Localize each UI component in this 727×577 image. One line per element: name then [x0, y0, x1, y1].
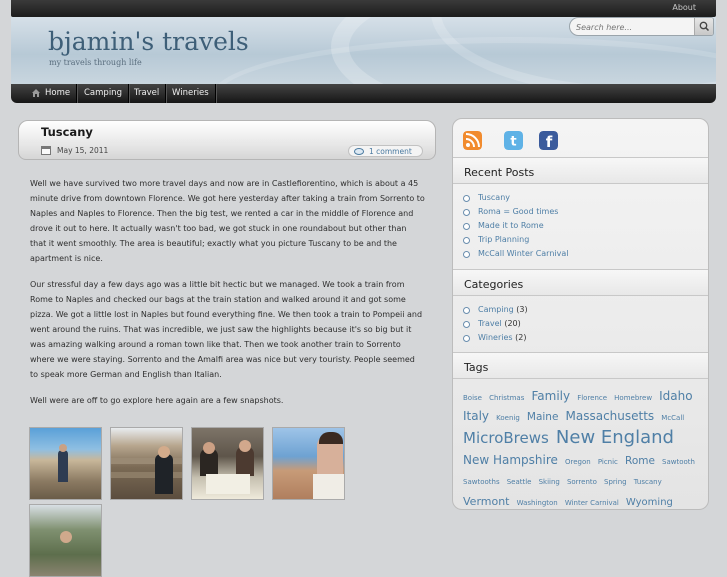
recent-post-link[interactable]: Roma = Good times — [478, 207, 558, 216]
list-item[interactable]: Tuscany — [463, 192, 703, 206]
photo-thumbnail[interactable] — [29, 427, 102, 500]
tags-title: Tags — [453, 352, 708, 379]
search-box — [569, 17, 714, 36]
tag-link[interactable]: Picnic — [598, 458, 618, 466]
site-tagline: my travels through life — [49, 58, 142, 67]
tag-link[interactable]: Homebrew — [614, 394, 652, 402]
recent-post-link[interactable]: McCall Winter Carnival — [478, 249, 568, 258]
tag-link[interactable]: New Hampshire — [463, 453, 558, 467]
category-link[interactable]: Camping — [478, 305, 514, 314]
list-item: Travel (20) — [463, 318, 703, 332]
photo-thumbnail[interactable] — [191, 427, 264, 500]
top-bar: About — [11, 0, 716, 17]
about-link[interactable]: About — [672, 3, 696, 12]
sidebar: t f Recent Posts Tuscany Roma = Good tim… — [452, 118, 709, 510]
twitter-icon[interactable]: t — [504, 131, 523, 150]
list-item[interactable]: Trip Planning — [463, 234, 703, 248]
post-paragraph: Our stressful day a few days ago was a l… — [30, 280, 423, 379]
comments-count: 1 comment — [369, 147, 412, 156]
facebook-icon[interactable]: f — [539, 131, 558, 150]
photo-thumbnail[interactable] — [272, 427, 345, 500]
list-item[interactable]: Made it to Rome — [463, 220, 703, 234]
tag-link[interactable]: New England — [556, 427, 674, 448]
list-item[interactable]: McCall Winter Carnival — [463, 248, 703, 262]
post-body: Well we have survived two more travel da… — [30, 176, 425, 419]
tag-link[interactable]: Italy — [463, 409, 489, 423]
post-date: May 15, 2011 — [57, 146, 109, 155]
post-header: Tuscany — [18, 120, 436, 144]
category-count: (2) — [515, 333, 527, 342]
tag-link[interactable]: Washington — [517, 499, 558, 507]
categories-list: Camping (3) Travel (20) Wineries (2) — [463, 304, 703, 346]
tag-cloud: Boise Christmas Family Florence Homebrew… — [463, 385, 699, 510]
recent-post-link[interactable]: Made it to Rome — [478, 221, 544, 230]
nav-item-wineries[interactable]: Wineries — [166, 84, 217, 103]
recent-post-link[interactable]: Trip Planning — [478, 235, 529, 244]
categories-title: Categories — [453, 269, 708, 296]
nav-item-home[interactable]: Home — [39, 84, 79, 103]
category-count: (20) — [504, 319, 521, 328]
tag-link[interactable]: Tuscany — [634, 478, 662, 486]
tag-link[interactable]: Skiing — [539, 478, 560, 486]
nav-item-travel[interactable]: Travel — [128, 84, 168, 103]
tag-link[interactable]: Wyoming — [626, 497, 673, 508]
tag-link[interactable]: Maine — [527, 411, 559, 423]
list-item[interactable]: Roma = Good times — [463, 206, 703, 220]
tag-link[interactable]: Sawtooth — [662, 458, 695, 466]
tag-link[interactable]: Rome — [625, 455, 655, 467]
tag-link[interactable]: Vermont — [463, 495, 510, 508]
category-link[interactable]: Wineries — [478, 333, 513, 342]
recent-post-link[interactable]: Tuscany — [478, 193, 510, 202]
recent-posts-title: Recent Posts — [453, 157, 708, 184]
tag-link[interactable]: Boise — [463, 394, 482, 402]
category-link[interactable]: Travel — [478, 319, 502, 328]
tag-link[interactable]: Sorrento — [567, 478, 597, 486]
site-title[interactable]: bjamin's travels — [48, 27, 249, 56]
list-item: Camping (3) — [463, 304, 703, 318]
recent-posts-list: Tuscany Roma = Good times Made it to Rom… — [463, 192, 703, 262]
tag-link[interactable]: Florence — [577, 394, 607, 402]
tag-link[interactable]: Sawtooths — [463, 478, 500, 486]
post-meta: May 15, 2011 1 comment — [18, 143, 436, 160]
list-item: Wineries (2) — [463, 332, 703, 346]
search-icon — [699, 21, 710, 32]
photo-thumbnail[interactable] — [110, 427, 183, 500]
post-paragraph: Well we have survived two more travel da… — [30, 179, 425, 263]
comments-link[interactable]: 1 comment — [348, 145, 423, 157]
calendar-icon — [41, 146, 51, 155]
tag-link[interactable]: McCall — [661, 414, 684, 422]
comment-bubble-icon — [354, 148, 364, 155]
tag-link[interactable]: Oregon — [565, 458, 591, 466]
tag-link[interactable]: Koenig — [496, 414, 520, 422]
tag-link[interactable]: Idaho — [659, 389, 692, 403]
nav-item-camping[interactable]: Camping — [78, 84, 130, 103]
tag-link[interactable]: Spring — [604, 478, 627, 486]
tag-link[interactable]: Seattle — [507, 478, 532, 486]
post-paragraph: Well were are off to go explore here aga… — [30, 396, 284, 405]
tag-link[interactable]: Christmas — [489, 394, 524, 402]
tag-link[interactable]: MicroBrews — [463, 429, 549, 447]
post: Tuscany May 15, 2011 1 comment Well we h… — [18, 120, 436, 577]
rss-icon[interactable] — [463, 131, 482, 150]
main-nav: Home Camping Travel Wineries — [11, 84, 716, 103]
search-input[interactable] — [576, 20, 688, 34]
category-count: (3) — [516, 305, 528, 314]
svg-text:t: t — [510, 135, 516, 150]
header-decoration — [211, 37, 716, 85]
post-title[interactable]: Tuscany — [41, 125, 93, 139]
tag-link[interactable]: Winter Carnival — [565, 499, 619, 507]
tag-link[interactable]: Massachusetts — [566, 409, 655, 423]
tag-link[interactable]: Family — [531, 389, 570, 403]
photo-thumbnail[interactable] — [29, 504, 102, 577]
search-button[interactable] — [694, 18, 713, 35]
svg-text:f: f — [546, 133, 553, 150]
